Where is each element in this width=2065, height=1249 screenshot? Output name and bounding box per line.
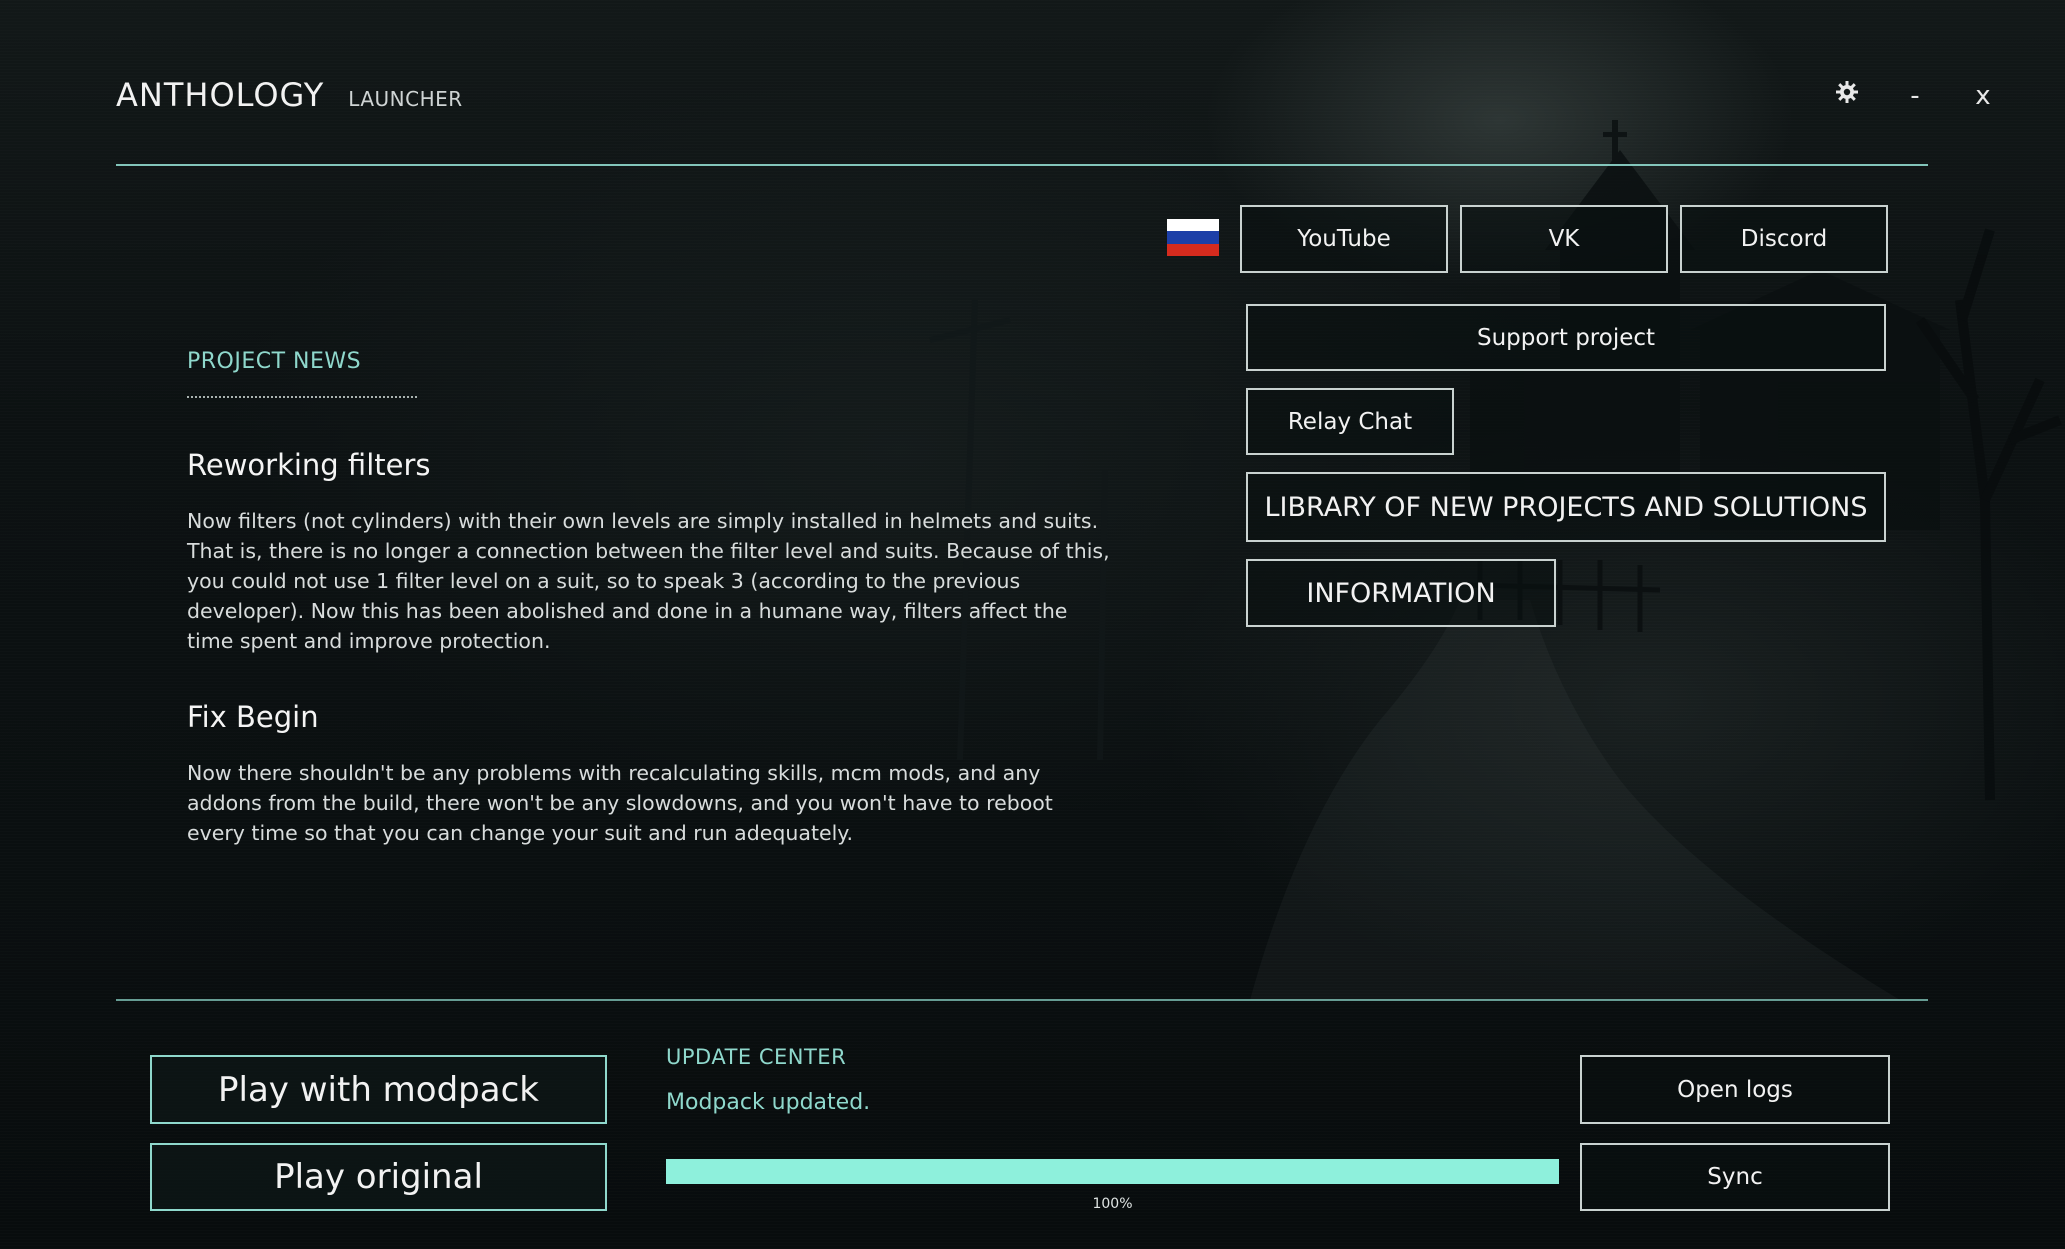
information-button[interactable]: INFORMATION (1246, 559, 1556, 627)
russia-flag-icon (1167, 219, 1219, 256)
play-original-button[interactable]: Play original (150, 1143, 607, 1211)
road (1250, 600, 1900, 1000)
footer-divider (116, 999, 1928, 1001)
window-controls: - x (1835, 80, 1995, 111)
app-title: ANTHOLOGY (116, 76, 325, 114)
open-logs-button[interactable]: Open logs (1580, 1055, 1890, 1124)
vk-button[interactable]: VK (1460, 205, 1668, 273)
app-subtitle: LAUNCHER (348, 87, 463, 111)
news-heading: PROJECT NEWS (187, 349, 362, 374)
article-title: Reworking filters (187, 448, 431, 482)
progress-label: 100% (1092, 1196, 1133, 1212)
language-switch-button[interactable] (1167, 219, 1219, 256)
close-button[interactable]: x (1971, 81, 1995, 111)
article-body: Now there shouldn't be any problems with… (187, 761, 1053, 845)
article-body: Now filters (not cylinders) with their o… (187, 509, 1110, 653)
brand: ANTHOLOGY LAUNCHER (116, 76, 463, 114)
tree-silhouette (1915, 228, 2062, 801)
library-button[interactable]: LIBRARY OF NEW PROJECTS AND SOLUTIONS (1246, 472, 1886, 542)
youtube-button[interactable]: YouTube (1240, 205, 1448, 273)
update-progress-bar (666, 1159, 1559, 1184)
article-title: Fix Begin (187, 700, 319, 734)
header-divider (116, 164, 1928, 166)
news-article: Fix Begin Now there shouldn't be any pro… (187, 700, 1117, 848)
update-status: Modpack updated. (666, 1090, 871, 1115)
relay-chat-button[interactable]: Relay Chat (1246, 388, 1454, 455)
support-project-button[interactable]: Support project (1246, 304, 1886, 371)
play-modpack-button[interactable]: Play with modpack (150, 1055, 607, 1124)
settings-button[interactable] (1835, 80, 1859, 111)
progress-fill (666, 1159, 1559, 1184)
discord-button[interactable]: Discord (1680, 205, 1888, 273)
sync-button[interactable]: Sync (1580, 1143, 1890, 1211)
minimize-button[interactable]: - (1903, 81, 1927, 111)
update-center-title: UPDATE CENTER (666, 1045, 847, 1069)
gear-icon (1836, 81, 1858, 103)
news-article: Reworking filters Now filters (not cylin… (187, 448, 1117, 656)
news-heading-underline (187, 396, 417, 398)
